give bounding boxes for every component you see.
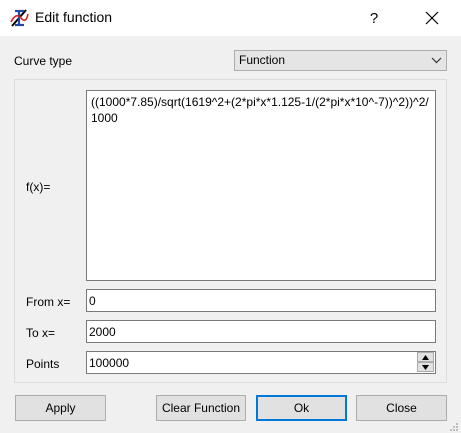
apply-button[interactable]: Apply bbox=[15, 395, 106, 421]
function-label: f(x)= bbox=[26, 180, 51, 194]
apply-button-label: Apply bbox=[45, 401, 76, 415]
points-spinner bbox=[417, 352, 434, 373]
points-label: Points bbox=[26, 357, 60, 371]
triangle-down-icon bbox=[422, 364, 429, 370]
curve-type-value: Function bbox=[239, 53, 286, 67]
to-x-label: To x= bbox=[26, 326, 56, 340]
window-title: Edit function bbox=[35, 9, 113, 25]
curve-type-select[interactable]: Function bbox=[234, 50, 447, 71]
resize-grip-icon[interactable] bbox=[448, 421, 459, 432]
help-button[interactable]: ? bbox=[356, 0, 392, 36]
spin-down-button[interactable] bbox=[417, 362, 434, 372]
help-label: ? bbox=[369, 9, 379, 27]
ok-button-label: Ok bbox=[293, 401, 310, 415]
curve-fit-app-icon bbox=[10, 9, 29, 27]
function-expression-input[interactable]: ((1000*7.85)/sqrt(1619^2+(2*pi*x*1.125-1… bbox=[86, 90, 436, 281]
from-x-input[interactable]: 0 bbox=[86, 289, 436, 312]
points-spinbox[interactable]: 100000 bbox=[86, 351, 436, 374]
title-bar: Edit function ? bbox=[0, 0, 461, 36]
curve-type-label: Curve type bbox=[14, 54, 73, 68]
clear-function-button[interactable]: Clear Function bbox=[156, 395, 246, 421]
to-x-input[interactable]: 2000 bbox=[86, 320, 436, 343]
close-icon bbox=[425, 11, 439, 25]
ok-button[interactable]: Ok bbox=[256, 395, 347, 421]
clear-function-button-label: Clear Function bbox=[161, 401, 241, 415]
chevron-down-icon bbox=[431, 57, 442, 64]
from-x-label: From x= bbox=[26, 295, 71, 309]
close-button[interactable]: Close bbox=[356, 395, 447, 421]
triangle-up-icon bbox=[422, 354, 429, 360]
close-button-label: Close bbox=[386, 401, 417, 415]
spin-up-button[interactable] bbox=[417, 352, 434, 362]
window-close-button[interactable] bbox=[412, 0, 452, 36]
